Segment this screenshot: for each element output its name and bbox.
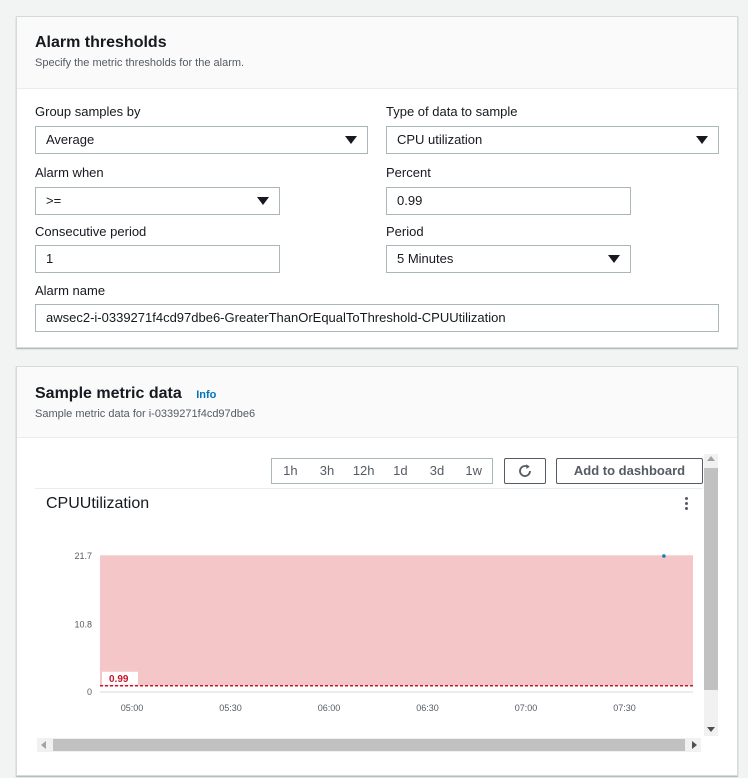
sample-metric-panel: Sample metric data Info Sample metric da… [16, 366, 738, 776]
y-tick-label: 21.7 [74, 551, 92, 561]
refresh-icon [519, 464, 531, 477]
range-3h[interactable]: 3h [309, 459, 346, 483]
alarm-thresholds-panel: Alarm thresholds Specify the metric thre… [16, 16, 738, 348]
alarm-when-select[interactable]: >= [35, 187, 280, 215]
chart-divider [35, 488, 703, 489]
range-1h[interactable]: 1h [272, 459, 309, 483]
y-tick-label: 0 [87, 687, 92, 697]
scroll-right-icon[interactable] [692, 741, 697, 749]
caret-down-icon [257, 197, 269, 205]
x-tick-label: 06:30 [416, 703, 439, 713]
horizontal-scrollbar[interactable] [37, 738, 701, 752]
group-samples-value: Average [46, 132, 95, 147]
horizontal-scroll-thumb[interactable] [53, 739, 685, 751]
refresh-button[interactable] [504, 458, 546, 484]
range-3d[interactable]: 3d [419, 459, 456, 483]
vertical-scrollbar[interactable] [704, 454, 718, 736]
percent-label: Percent [386, 165, 431, 180]
caret-down-icon [696, 136, 708, 144]
data-point [662, 554, 666, 558]
consecutive-period-input[interactable]: 1 [35, 245, 280, 273]
range-1w[interactable]: 1w [455, 459, 492, 483]
more-options-icon[interactable] [683, 497, 689, 511]
info-link[interactable]: Info [196, 389, 216, 401]
period-label: Period [386, 224, 424, 239]
scroll-left-icon[interactable] [41, 741, 46, 749]
alarm-name-input[interactable]: awsec2-i-0339271f4cd97dbe6-GreaterThanOr… [35, 304, 719, 332]
caret-down-icon [608, 255, 620, 263]
alarm-thresholds-header: Alarm thresholds Specify the metric thre… [17, 17, 737, 89]
threshold-label: 0.99 [109, 674, 129, 685]
vertical-scroll-thumb[interactable] [704, 468, 718, 690]
chart-title: CPUUtilization [46, 495, 150, 512]
add-to-dashboard-button[interactable]: Add to dashboard [556, 458, 703, 484]
sample-metric-header: Sample metric data Info Sample metric da… [17, 367, 737, 438]
caret-down-icon [345, 136, 357, 144]
consecutive-period-label: Consecutive period [35, 224, 147, 239]
y-tick-label: 10.8 [74, 619, 92, 629]
x-tick-label: 05:30 [219, 703, 242, 713]
alarm-region [100, 556, 693, 686]
x-tick-label: 07:00 [515, 703, 538, 713]
alarm-thresholds-description: Specify the metric thresholds for the al… [35, 57, 245, 69]
type-of-data-label: Type of data to sample [386, 104, 518, 119]
time-range-selector: 1h 3h 12h 1d 3d 1w [271, 458, 493, 484]
group-samples-label: Group samples by [35, 104, 141, 119]
range-12h[interactable]: 12h [345, 459, 382, 483]
x-tick-label: 06:00 [318, 703, 341, 713]
cpu-utilization-chart: 21.7 10.8 0 05:00 05:30 06:00 06:30 07:00 07:30… [74, 551, 693, 713]
type-of-data-select[interactable]: CPU utilization [386, 126, 719, 154]
alarm-thresholds-title: Alarm thresholds [35, 34, 167, 51]
alarm-when-label: Alarm when [35, 165, 104, 180]
sample-metric-description: Sample metric data for i-0339271f4cd97db… [35, 408, 256, 420]
scroll-down-icon[interactable] [707, 727, 715, 732]
period-select[interactable]: 5 Minutes [386, 245, 631, 273]
alarm-when-value: >= [46, 193, 62, 208]
x-tick-label: 07:30 [613, 703, 636, 713]
percent-input[interactable]: 0.99 [386, 187, 631, 215]
group-samples-select[interactable]: Average [35, 126, 368, 154]
x-tick-label: 05:00 [121, 703, 144, 713]
sample-metric-title: Sample metric data [35, 385, 182, 402]
range-1d[interactable]: 1d [382, 459, 419, 483]
period-value: 5 Minutes [397, 251, 454, 266]
alarm-name-label: Alarm name [35, 283, 106, 298]
type-of-data-value: CPU utilization [397, 132, 483, 147]
scroll-up-icon[interactable] [707, 456, 715, 461]
